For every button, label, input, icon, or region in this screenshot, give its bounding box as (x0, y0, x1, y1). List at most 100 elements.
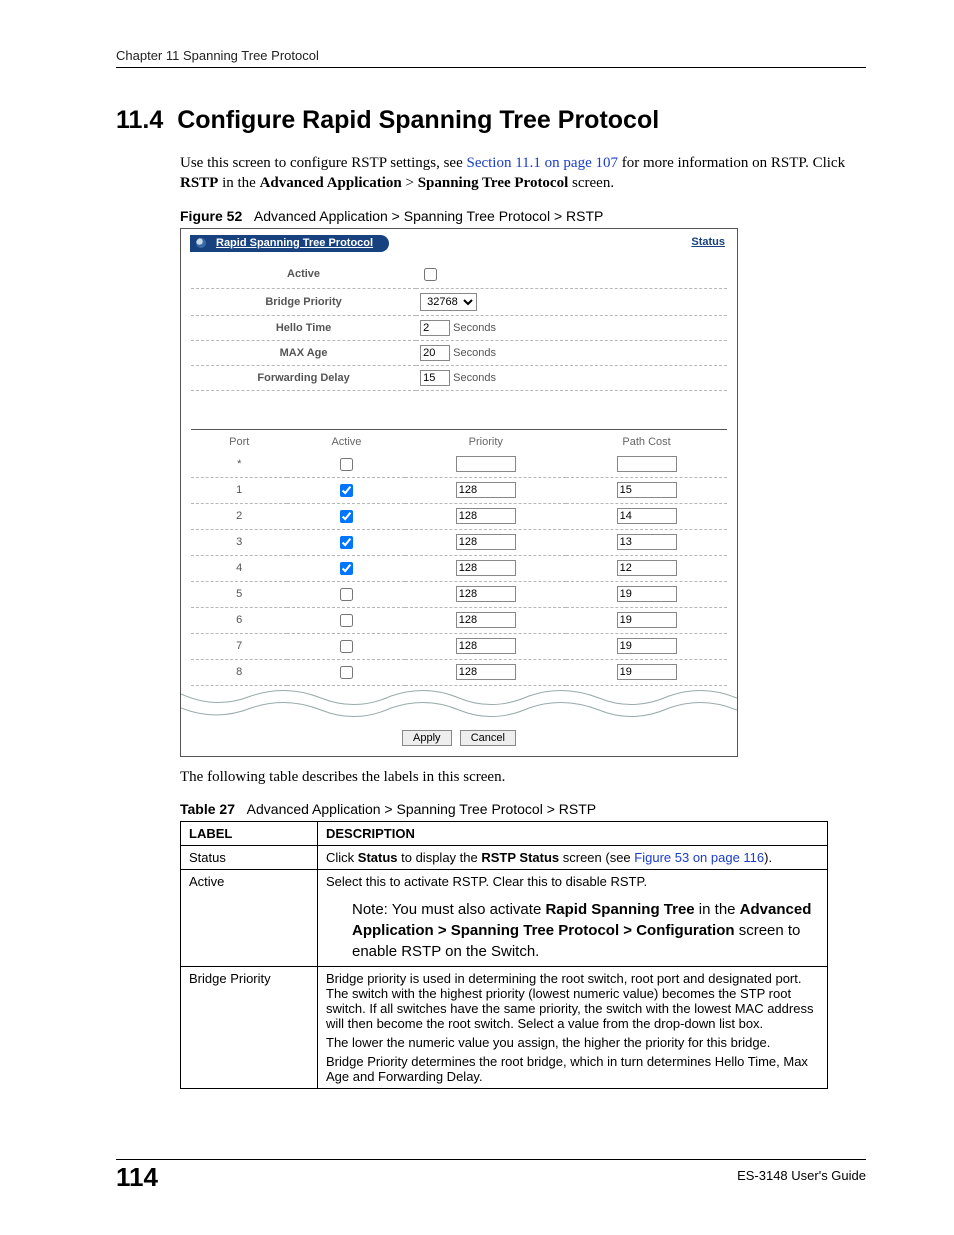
note-block: Note: You must also activate Rapid Spann… (352, 899, 819, 962)
text-bold: RSTP (180, 175, 218, 191)
col-active: Active (287, 429, 405, 452)
active-checkbox[interactable] (424, 268, 437, 281)
label-max-age: MAX Age (191, 340, 416, 365)
table-row: Active Select this to activate RSTP. Cle… (181, 869, 828, 966)
cell-priority (405, 607, 566, 633)
cancel-button[interactable]: Cancel (460, 730, 516, 746)
cell-priority (405, 452, 566, 478)
fwd-delay-input[interactable] (420, 370, 450, 386)
table-caption-text: Advanced Application > Spanning Tree Pro… (247, 801, 596, 817)
text: Click (326, 850, 358, 865)
port-active-checkbox[interactable] (340, 666, 353, 679)
port-priority-input[interactable] (456, 456, 516, 472)
table-row: 5 (191, 581, 727, 607)
port-priority-input[interactable] (456, 482, 516, 498)
section-number: 11.4 (116, 106, 163, 134)
text: screen. (568, 175, 614, 191)
port-pathcost-input[interactable] (617, 586, 677, 602)
port-pathcost-input[interactable] (617, 638, 677, 654)
text: ). (764, 850, 772, 865)
text: to display the (398, 850, 482, 865)
port-pathcost-input[interactable] (617, 560, 677, 576)
seconds-label: Seconds (453, 322, 496, 334)
port-priority-input[interactable] (456, 534, 516, 550)
cell-path (566, 477, 727, 503)
label-fwd-delay: Forwarding Delay (191, 365, 416, 390)
text: Bridge priority is used in determining t… (326, 971, 819, 1031)
section-title: Configure Rapid Spanning Tree Protocol (177, 106, 659, 134)
xref-section-11-1[interactable]: Section 11.1 on page 107 (466, 155, 618, 171)
col-label: LABEL (181, 821, 318, 845)
figure-caption: Figure 52 Advanced Application > Spannin… (180, 208, 866, 224)
cell-priority (405, 503, 566, 529)
cell-path (566, 607, 727, 633)
port-pathcost-input[interactable] (617, 508, 677, 524)
cell-path (566, 581, 727, 607)
bridge-priority-select[interactable]: 32768 (420, 293, 477, 311)
cell-port: 5 (191, 581, 287, 607)
cell-description: Click Status to display the RSTP Status … (318, 845, 828, 869)
table-intro-paragraph: The following table describes the labels… (180, 767, 866, 787)
cell-priority (405, 633, 566, 659)
cell-port: 8 (191, 659, 287, 685)
port-priority-input[interactable] (456, 612, 516, 628)
text-bold: Status (358, 850, 398, 865)
port-active-checkbox[interactable] (340, 614, 353, 627)
table-row: * (191, 452, 727, 478)
text-bold: RSTP Status (481, 850, 559, 865)
status-link[interactable]: Status (691, 236, 725, 248)
col-priority: Priority (405, 429, 566, 452)
table-caption: Table 27 Advanced Application > Spanning… (180, 801, 866, 817)
port-pathcost-input[interactable] (617, 534, 677, 550)
cell-active (287, 529, 405, 555)
cell-priority (405, 555, 566, 581)
port-active-checkbox[interactable] (340, 588, 353, 601)
port-pathcost-input[interactable] (617, 664, 677, 680)
port-priority-input[interactable] (456, 586, 516, 602)
port-active-checkbox[interactable] (340, 458, 353, 471)
label-description-table: LABEL DESCRIPTION Status Click Status to… (180, 821, 828, 1089)
cell-label: Active (181, 869, 318, 966)
cell-active (287, 503, 405, 529)
text: Use this screen to configure RSTP settin… (180, 155, 466, 171)
col-path: Path Cost (566, 429, 727, 452)
xref-figure-53[interactable]: Figure 53 on page 116 (634, 850, 764, 865)
cell-path (566, 452, 727, 478)
port-priority-input[interactable] (456, 638, 516, 654)
label-bridge-priority: Bridge Priority (191, 288, 416, 315)
cell-priority (405, 529, 566, 555)
table-row: 4 (191, 555, 727, 581)
port-active-checkbox[interactable] (340, 510, 353, 523)
text: screen (see (559, 850, 634, 865)
text: Bridge Priority determines the root brid… (326, 1054, 819, 1084)
apply-button[interactable]: Apply (402, 730, 452, 746)
max-age-input[interactable] (420, 345, 450, 361)
cell-port: * (191, 452, 287, 478)
port-priority-input[interactable] (456, 560, 516, 576)
cell-path (566, 503, 727, 529)
cell-path (566, 659, 727, 685)
port-pathcost-input[interactable] (617, 482, 677, 498)
cell-label: Bridge Priority (181, 966, 318, 1088)
table-row: Status Click Status to display the RSTP … (181, 845, 828, 869)
cell-active (287, 659, 405, 685)
port-pathcost-input[interactable] (617, 612, 677, 628)
port-active-checkbox[interactable] (340, 562, 353, 575)
port-priority-input[interactable] (456, 508, 516, 524)
text: Note: You must also activate (352, 901, 545, 918)
text: in the (218, 175, 259, 191)
port-active-checkbox[interactable] (340, 536, 353, 549)
table-row: 1 (191, 477, 727, 503)
port-table: Port Active Priority Path Cost *12345678 (191, 429, 727, 686)
figure-caption-text: Advanced Application > Spanning Tree Pro… (254, 208, 603, 224)
text: for more information on RSTP. Click (618, 155, 845, 171)
running-head: Chapter 11 Spanning Tree Protocol (116, 48, 866, 68)
hello-time-input[interactable] (420, 320, 450, 336)
text-bold: Advanced Application (260, 175, 402, 191)
port-pathcost-input[interactable] (617, 456, 677, 472)
cell-port: 6 (191, 607, 287, 633)
port-active-checkbox[interactable] (340, 640, 353, 653)
port-active-checkbox[interactable] (340, 484, 353, 497)
port-priority-input[interactable] (456, 664, 516, 680)
cell-active (287, 581, 405, 607)
